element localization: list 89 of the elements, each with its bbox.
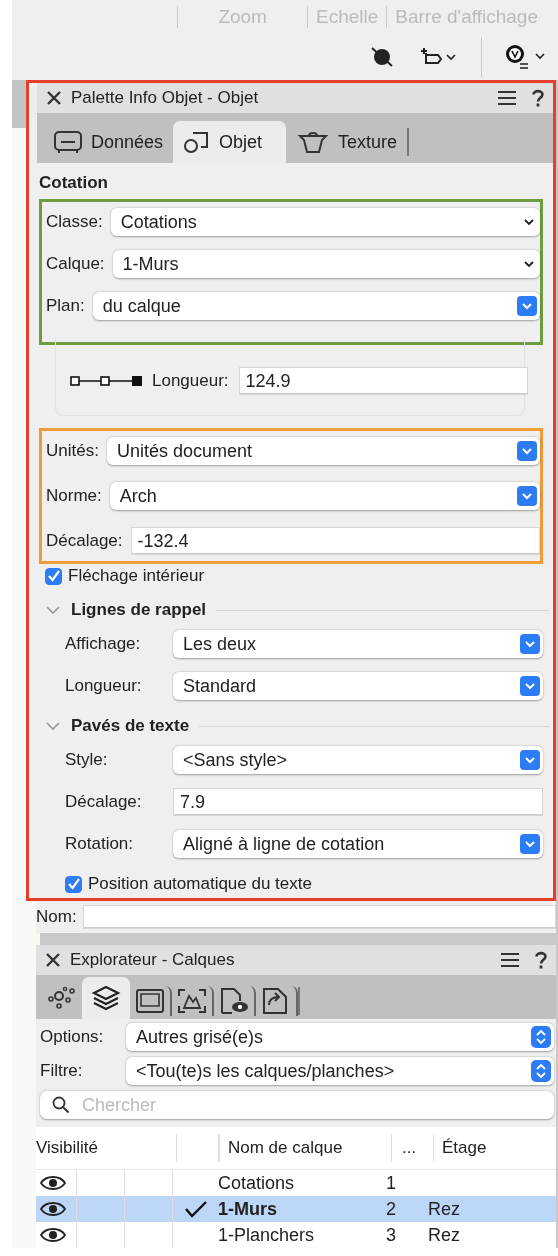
field-label: Longueur: [152, 371, 229, 391]
stepper-icon [531, 1060, 551, 1082]
section-title: Lignes de rappel [71, 600, 207, 620]
table-cell-text: 1-Murs [218, 1197, 278, 1221]
teapot-icon [296, 129, 331, 155]
field-label: Filtre: [40, 1061, 84, 1081]
field-label: Norme: [46, 486, 102, 506]
chevron-icon [524, 260, 534, 268]
dropdown[interactable]: Autres grisé(e)s [126, 1023, 554, 1051]
dropdown[interactable]: <Tou(te)s les calques/planches> [126, 1057, 554, 1085]
input-field[interactable]: 7.9 [173, 788, 543, 816]
checkbox[interactable] [65, 875, 82, 893]
column-header[interactable]: ... [391, 1134, 433, 1162]
field-label: Options: [40, 1027, 105, 1047]
table-row[interactable]: 1-Murs 2 Rez [36, 1196, 556, 1222]
hidden-object-icon[interactable] [369, 45, 395, 69]
help-icon[interactable] [531, 89, 545, 107]
nodes-icon [46, 984, 78, 1012]
document-eye-icon [218, 987, 250, 1015]
section-heading: Cotation [39, 172, 109, 194]
chevron-icon [520, 750, 540, 770]
table-row[interactable]: 1-Planchers 3 Rez [36, 1222, 556, 1248]
tab[interactable]: Texture [286, 121, 408, 163]
dropdown[interactable]: Arch [109, 482, 540, 510]
table-cell: Rez [428, 1198, 460, 1220]
logo-menu-icon[interactable] [504, 43, 548, 71]
menu-icon[interactable] [497, 90, 517, 106]
field-label: Unités: [46, 441, 99, 461]
table-cell-text: 3 [386, 1223, 397, 1247]
table-cell: Rez [428, 1224, 460, 1246]
column-header[interactable]: Étage [433, 1134, 487, 1162]
field-label: Longueur: [65, 676, 143, 696]
checkbox-label: Fléchage intérieur [68, 566, 205, 586]
field-label: Calque: [46, 254, 105, 274]
icon-tab[interactable] [82, 977, 130, 1019]
dropdown[interactable]: du calque [92, 292, 540, 320]
chevron-icon [524, 218, 534, 226]
palette-title: Explorateur - Calques [70, 950, 236, 970]
dropdown[interactable]: 1-Murs [112, 250, 540, 278]
field-label: Classe: [46, 212, 103, 232]
input-field[interactable]: -132.4 [130, 527, 540, 555]
chevron-icon [520, 676, 540, 696]
table-cell-text: 1-Planchers [218, 1223, 316, 1247]
column-header[interactable]: Nom de calque [219, 1134, 391, 1162]
table-cell-text: 1 [386, 1171, 397, 1195]
eye-icon[interactable] [40, 1175, 66, 1191]
table-cell-text: 2 [386, 1197, 397, 1221]
close-icon[interactable] [44, 951, 62, 969]
field-label: Affichage: [65, 634, 142, 654]
checkbox-label: Position automatique du texte [88, 874, 312, 894]
field-label: Décalage: [46, 531, 123, 551]
help-icon[interactable] [534, 951, 548, 969]
chevron-icon [517, 296, 537, 316]
landscape-icon [176, 987, 208, 1015]
search-field[interactable]: Chercher [40, 1091, 554, 1119]
input-field[interactable]: 124.9 [238, 367, 528, 395]
tab[interactable]: Objet [173, 121, 287, 163]
dropdown[interactable]: Cotations [110, 208, 540, 236]
dropdown[interactable]: Les deux [173, 630, 543, 658]
stepper-icon [531, 1026, 551, 1048]
dropdown[interactable]: <Sans style> [173, 746, 543, 774]
dropdown[interactable]: Aligné à ligne de cotation [173, 830, 543, 858]
chevron-icon [517, 486, 537, 506]
field-label: Rotation: [65, 834, 135, 854]
eye-icon[interactable] [40, 1201, 66, 1217]
input-field[interactable] [82, 905, 556, 929]
field-label: Style: [65, 750, 109, 770]
field-label: Plan: [46, 296, 85, 316]
tab[interactable]: Données [43, 121, 174, 163]
checkbox[interactable] [45, 567, 62, 585]
search-icon [52, 1096, 70, 1114]
tray-icon [53, 130, 83, 154]
menu-icon[interactable] [500, 952, 520, 968]
palette-title: Palette Info Objet - Objet [71, 88, 260, 108]
chevron-icon [517, 441, 537, 461]
column-header[interactable]: Visibilité [36, 1134, 176, 1162]
frame-icon [134, 987, 166, 1015]
field-label: Décalage: [65, 792, 143, 812]
field-label: Nom: [36, 907, 77, 927]
chevron-icon [520, 634, 540, 654]
dropdown[interactable]: Unités document [106, 437, 540, 465]
dropdown[interactable]: Standard [173, 672, 543, 700]
table-cell-text: Cotations [218, 1171, 296, 1195]
chevron-icon [520, 834, 540, 854]
eye-icon[interactable] [40, 1227, 66, 1243]
layers-icon [90, 984, 122, 1012]
close-icon[interactable] [45, 89, 63, 107]
dimension-line-icon [70, 375, 142, 387]
section-title: Pavés de texte [71, 716, 190, 736]
